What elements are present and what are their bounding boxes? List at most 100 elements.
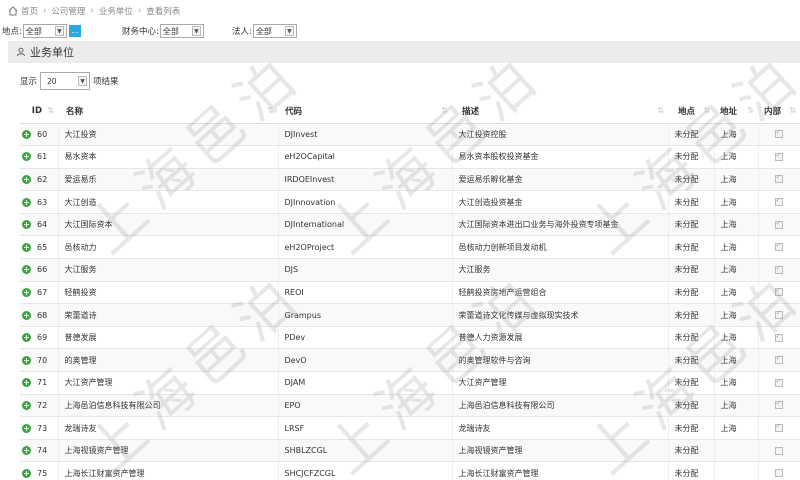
row-description: 荣蕾道诗文化传媒与虚拟现实技术 bbox=[452, 303, 669, 327]
table-row[interactable]: +63 大江创造 DJInnovation 大江创造投资基金 未分配 上海 bbox=[20, 190, 800, 214]
row-id: 70 bbox=[37, 355, 48, 365]
expand-plus-icon[interactable]: + bbox=[22, 287, 31, 297]
expand-plus-icon[interactable]: + bbox=[22, 265, 31, 275]
row-name[interactable]: 荣蕾道诗 bbox=[58, 303, 279, 327]
expand-plus-icon[interactable]: + bbox=[22, 197, 31, 207]
row-id-cell: +65 bbox=[20, 235, 59, 260]
internal-checkbox[interactable] bbox=[774, 151, 783, 161]
internal-checkbox[interactable] bbox=[774, 196, 783, 207]
internal-checkbox[interactable] bbox=[774, 264, 783, 274]
internal-checkbox[interactable] bbox=[774, 128, 783, 139]
column-header-desc[interactable]: 描述 ⇅ bbox=[452, 99, 668, 124]
expand-plus-icon[interactable]: + bbox=[22, 400, 31, 410]
column-header-name[interactable]: 名称 ⇅ bbox=[58, 99, 278, 124]
table-row[interactable]: +69 普德发展 PDev 普德人力资源发展 未分配 上海 bbox=[20, 326, 800, 350]
column-header-place[interactable]: 地点 ⇅ bbox=[668, 99, 714, 124]
row-name[interactable]: 大江国际资本 bbox=[58, 213, 279, 237]
internal-checkbox[interactable] bbox=[774, 469, 783, 478]
table-row[interactable]: +75 上海长江财富资产管理 SHCJCFZCGL 上海长江财富资产管理 未分配 bbox=[20, 461, 800, 480]
internal-checkbox[interactable] bbox=[774, 446, 783, 455]
breadcrumb-company[interactable]: 公司管理 bbox=[51, 5, 85, 17]
internal-checkbox[interactable] bbox=[774, 286, 783, 297]
region-search-button[interactable]: … bbox=[68, 25, 81, 37]
legal-select[interactable]: 全部 ▼ bbox=[252, 24, 297, 38]
table-row[interactable]: +72 上海邑泊信息科技有限公司 EPO 上海邑泊信息科技有限公司 未分配 上海 bbox=[20, 394, 800, 418]
expand-plus-icon[interactable]: + bbox=[22, 220, 31, 230]
row-id-cell: +64 bbox=[20, 213, 59, 237]
row-name[interactable]: 大江投资 bbox=[58, 123, 279, 147]
table-row[interactable]: +60 大江投资 DJInvest 大江投资控股 未分配 上海 bbox=[20, 123, 800, 147]
row-address: 上海 bbox=[714, 371, 759, 395]
expand-plus-icon[interactable]: + bbox=[22, 310, 31, 320]
row-name[interactable]: 易水资本 bbox=[58, 145, 279, 169]
expand-plus-icon[interactable]: + bbox=[22, 174, 31, 184]
expand-plus-icon[interactable]: + bbox=[22, 333, 31, 343]
page-size-control: 显示 20 ▼ 项结果 bbox=[20, 72, 119, 90]
expand-plus-icon[interactable]: + bbox=[22, 378, 31, 388]
table-row[interactable]: +71 大江资产管理 DJAM 大江资产管理 未分配 上海 bbox=[20, 371, 800, 395]
finance-select[interactable]: 全部 ▼ bbox=[159, 24, 204, 38]
row-place: 未分配 bbox=[668, 168, 715, 192]
expand-plus-icon[interactable]: + bbox=[22, 446, 31, 456]
row-code: Grampus bbox=[278, 303, 453, 327]
row-internal-cell bbox=[758, 235, 800, 260]
row-name[interactable]: 普德发展 bbox=[58, 326, 279, 350]
column-header-id[interactable]: ID ⇅ bbox=[20, 99, 58, 124]
row-name[interactable]: 上海视镜资产管理 bbox=[58, 439, 279, 463]
expand-plus-icon[interactable]: + bbox=[22, 129, 31, 139]
expand-plus-icon[interactable]: + bbox=[22, 242, 31, 252]
sort-icon: ⇅ bbox=[47, 106, 54, 115]
table-row[interactable]: +73 龙瑞诗友 LRSF 龙瑞诗友 未分配 上海 bbox=[20, 416, 800, 440]
table-row[interactable]: +74 上海视镜资产管理 SHBLZCGL 上海视镜资产管理 未分配 bbox=[20, 439, 800, 463]
internal-checkbox[interactable] bbox=[774, 219, 783, 229]
internal-checkbox[interactable] bbox=[774, 422, 783, 433]
row-name[interactable]: 的奥管理 bbox=[58, 348, 279, 373]
expand-plus-icon[interactable]: + bbox=[22, 468, 31, 478]
table-row[interactable]: +66 大江服务 DJS 大江服务 未分配 上海 bbox=[20, 258, 800, 282]
table-row[interactable]: +61 易水资本 eH2OCapital 易水资本股权投资基金 未分配 上海 bbox=[20, 145, 800, 169]
row-address: 上海 bbox=[714, 348, 759, 373]
row-internal-cell bbox=[758, 348, 800, 373]
table-row[interactable]: +67 轻鹤投资 REOI 轻鹤投资房地产运营组合 未分配 上海 bbox=[20, 281, 800, 305]
row-id: 74 bbox=[37, 446, 48, 456]
internal-checkbox[interactable] bbox=[774, 309, 783, 320]
row-id-cell: +71 bbox=[20, 371, 59, 395]
row-name[interactable]: 大江服务 bbox=[58, 258, 279, 282]
table-row[interactable]: +62 爱运易乐 IRDOEInvest 爱运易乐孵化基金 未分配 上海 bbox=[20, 168, 800, 192]
row-name[interactable]: 上海长江财富资产管理 bbox=[58, 461, 279, 480]
row-internal-cell bbox=[758, 461, 800, 480]
internal-checkbox[interactable] bbox=[774, 241, 783, 252]
region-select[interactable]: 全部 ▼ bbox=[22, 24, 67, 38]
row-name[interactable]: 龙瑞诗友 bbox=[58, 416, 279, 440]
row-address: 上海 bbox=[714, 145, 759, 169]
row-description: 上海视镜资产管理 bbox=[452, 439, 669, 463]
table-row[interactable]: +70 的奥管理 DevO 的奥管理软件与咨询 未分配 上海 bbox=[20, 348, 800, 373]
internal-checkbox[interactable] bbox=[774, 399, 783, 410]
column-header-code[interactable]: 代码 ⇅ bbox=[278, 99, 452, 124]
internal-checkbox[interactable] bbox=[774, 354, 783, 365]
sort-icon: ⇅ bbox=[789, 106, 796, 115]
expand-plus-icon[interactable]: + bbox=[22, 423, 31, 433]
expand-plus-icon[interactable]: + bbox=[22, 152, 31, 162]
row-description: 龙瑞诗友 bbox=[452, 416, 669, 440]
row-name[interactable]: 轻鹤投资 bbox=[58, 281, 279, 305]
table-row[interactable]: +65 邑核动力 eH2OProject 邑核动力创新项目发动机 未分配 上海 bbox=[20, 235, 800, 260]
row-address: 上海 bbox=[714, 394, 759, 418]
row-description: 易水资本股权投资基金 bbox=[452, 145, 669, 169]
row-name[interactable]: 大江创造 bbox=[58, 190, 279, 214]
row-name[interactable]: 大江资产管理 bbox=[58, 371, 279, 395]
internal-checkbox[interactable] bbox=[774, 173, 783, 184]
internal-checkbox[interactable] bbox=[774, 377, 783, 387]
table-row[interactable]: +64 大江国际资本 DJInternational 大江国际资本进出口业务与海外投资… bbox=[20, 213, 800, 237]
row-name[interactable]: 上海邑泊信息科技有限公司 bbox=[58, 394, 279, 418]
expand-plus-icon[interactable]: + bbox=[22, 355, 31, 365]
breadcrumb-business-unit[interactable]: 业务单位 bbox=[99, 5, 133, 17]
internal-checkbox[interactable] bbox=[774, 332, 783, 342]
table-row[interactable]: +68 荣蕾道诗 Grampus 荣蕾道诗文化传媒与虚拟现实技术 未分配 上海 bbox=[20, 303, 800, 327]
page-size-select[interactable]: 20 ▼ bbox=[40, 72, 91, 90]
row-name[interactable]: 邑核动力 bbox=[58, 235, 279, 260]
column-header-internal[interactable]: 内部 ⇅ bbox=[758, 99, 800, 124]
row-name[interactable]: 爱运易乐 bbox=[58, 168, 279, 192]
breadcrumb-home[interactable]: 首页 bbox=[21, 5, 38, 17]
column-header-address[interactable]: 地址 ⇅ bbox=[714, 99, 758, 124]
